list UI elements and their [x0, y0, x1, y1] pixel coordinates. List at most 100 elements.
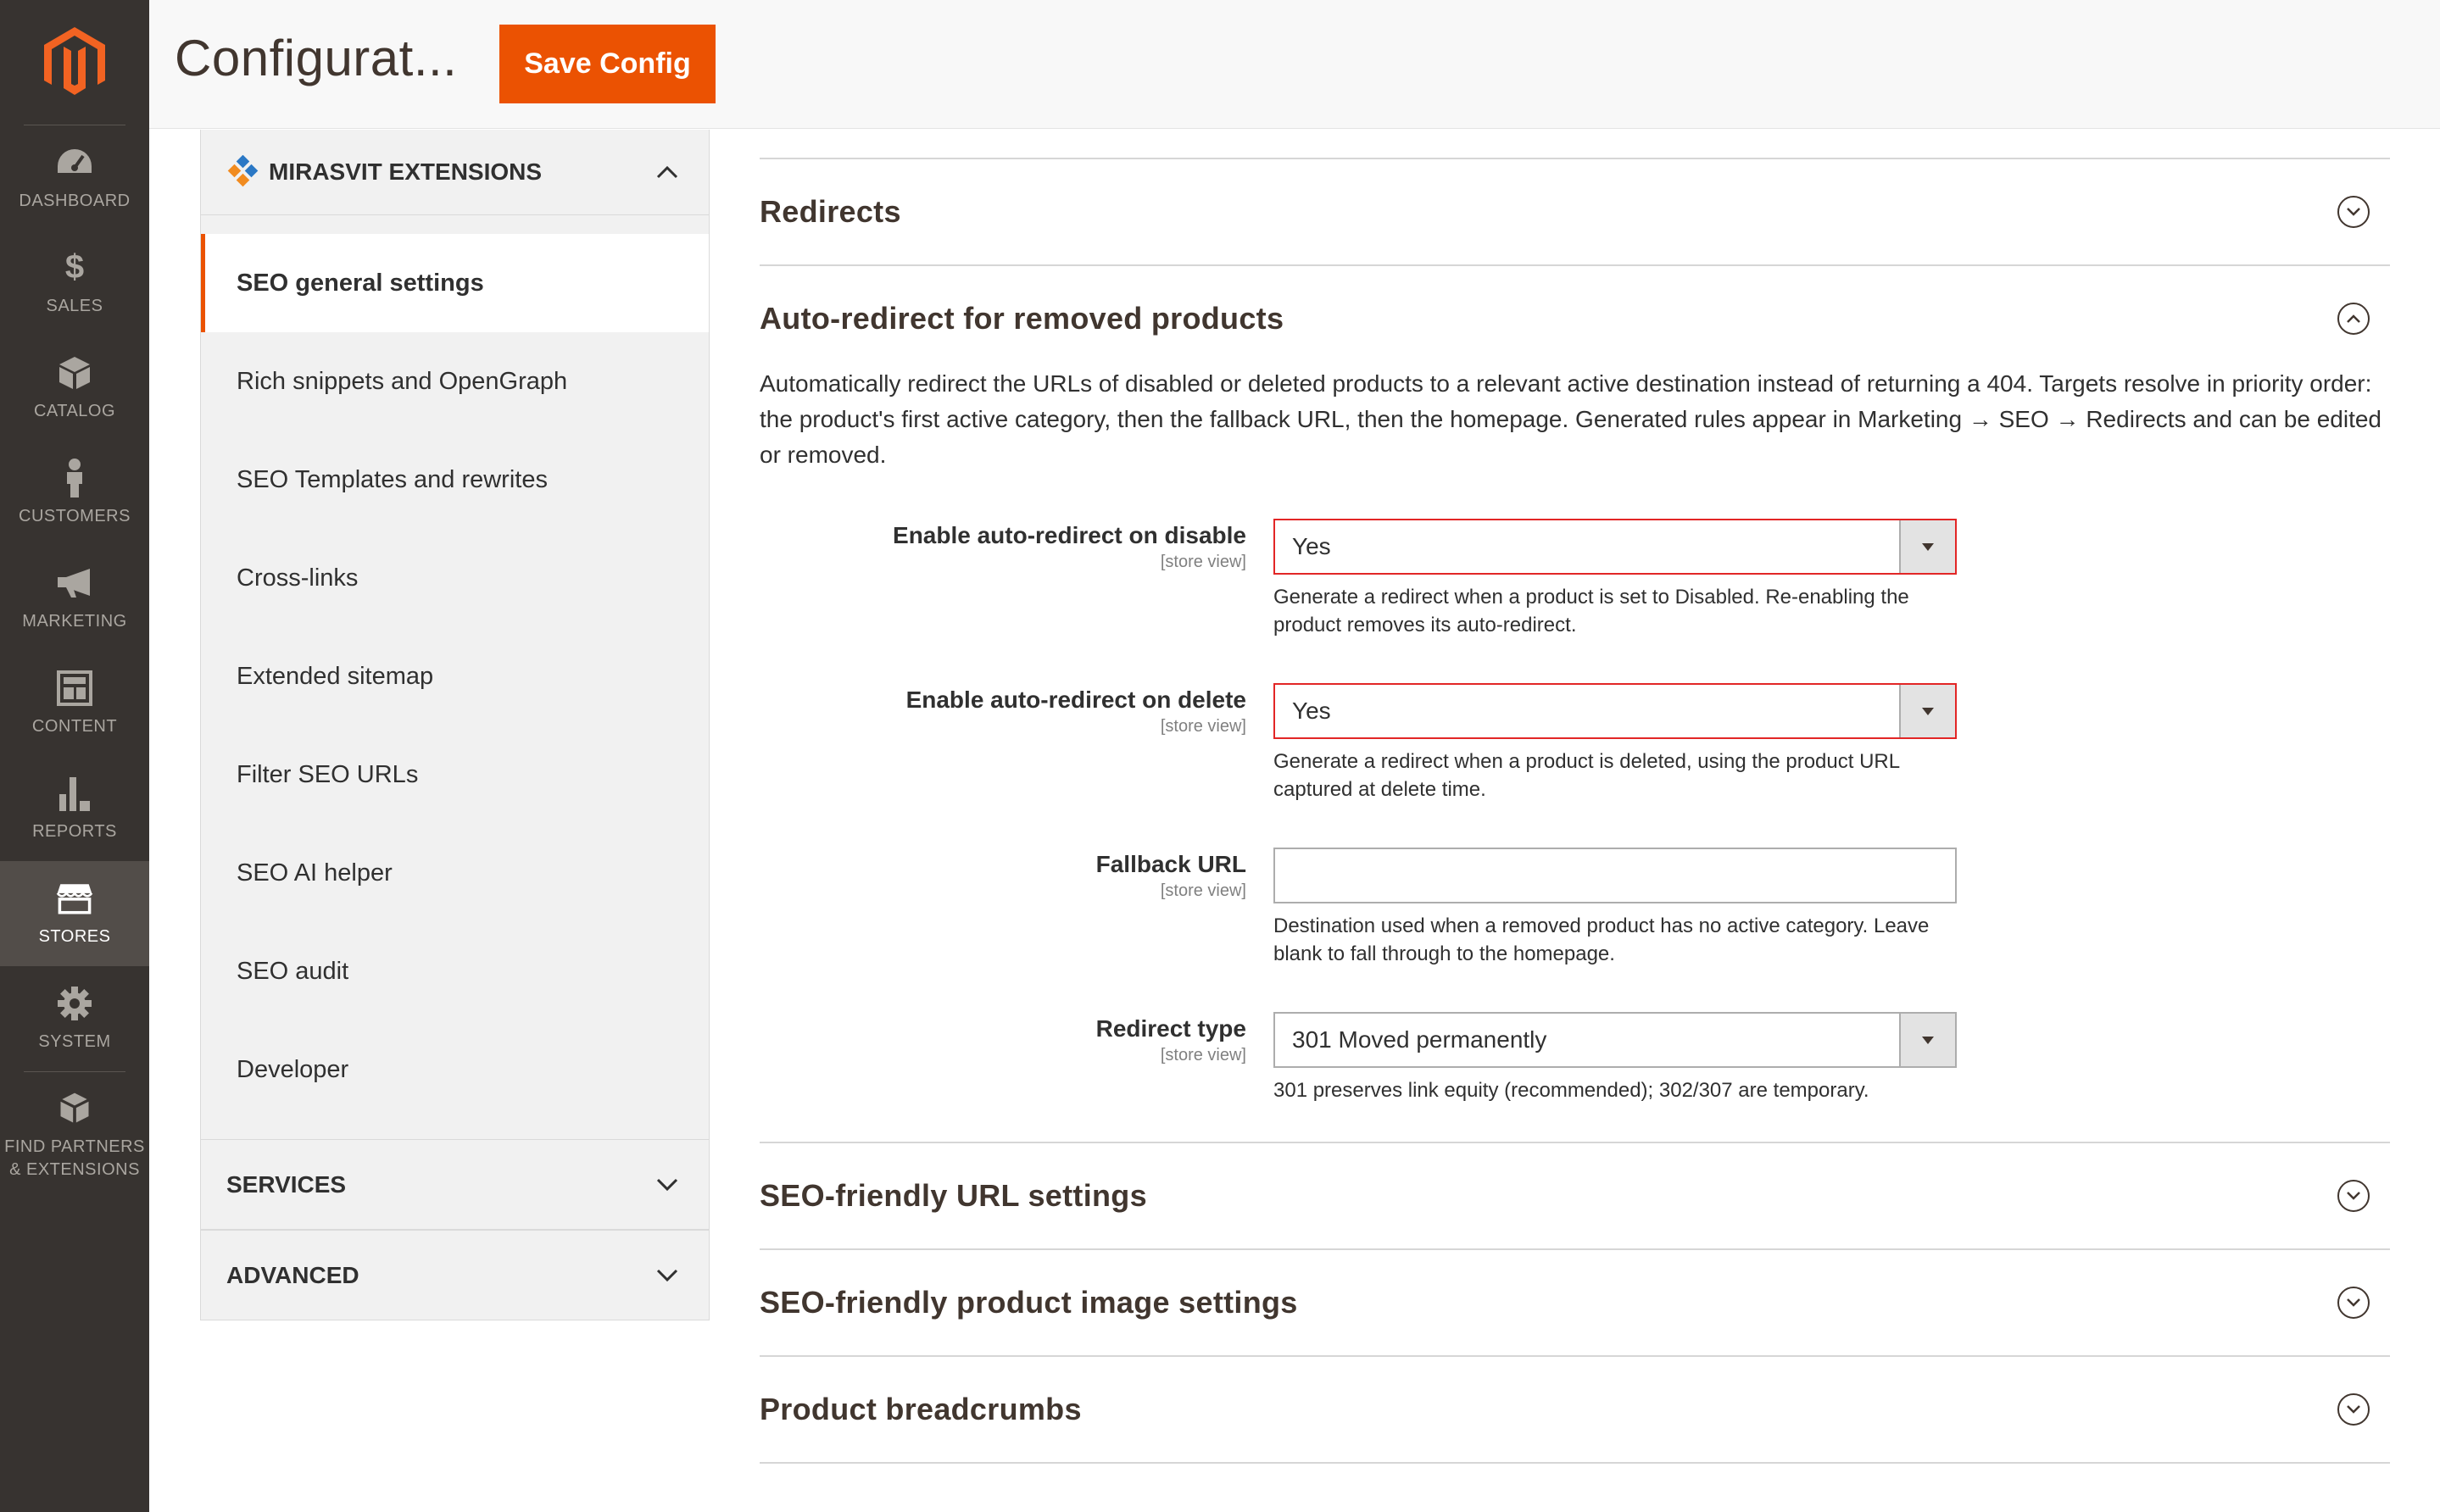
section-auto-redirect: Auto-redirect for removed products Autom… [760, 264, 2390, 1142]
nav-customers[interactable]: CUSTOMERS [0, 441, 149, 546]
field-row-fallback: Fallback URL [store view] Destination us… [760, 848, 2390, 968]
tab-rich-snippets[interactable]: Rich snippets and OpenGraph [201, 332, 709, 431]
tab-developer[interactable]: Developer [201, 1020, 709, 1119]
tab-extended-sitemap[interactable]: Extended sitemap [201, 627, 709, 725]
redirect-type-select[interactable]: 301 Moved permanently [1273, 1012, 1957, 1068]
field-label: Enable auto-redirect on disable [893, 522, 1246, 548]
scope-label: [store view] [1160, 881, 1246, 900]
dropdown-arrow-icon [1899, 685, 1955, 737]
section-breadcrumbs: Product breadcrumbs [760, 1355, 2390, 1464]
select-value: Yes [1292, 698, 1331, 724]
chevron-down-icon [656, 1269, 678, 1281]
nav-content[interactable]: CONTENT [0, 651, 149, 756]
dropdown-arrow-icon [1899, 520, 1955, 573]
nav-reports[interactable]: REPORTS [0, 756, 149, 861]
dashboard-icon [56, 144, 93, 181]
select-value: 301 Moved permanently [1292, 1026, 1547, 1053]
field-hint: Destination used when a removed product … [1273, 914, 1930, 965]
field-control: Yes Generate a redirect when a product i… [1273, 519, 1957, 639]
nav-find-partners[interactable]: FIND PARTNERS & EXTENSIONS [0, 1072, 149, 1199]
chevron-up-icon [656, 165, 678, 179]
tab-group-label: SERVICES [226, 1170, 347, 1198]
tab-group-mirasvit[interactable]: MIRASVIT EXTENSIONS [200, 130, 710, 215]
nav-stores[interactable]: STORES [0, 861, 149, 966]
tab-seo-ai-helper[interactable]: SEO AI helper [201, 824, 709, 922]
tab-group-advanced[interactable]: ADVANCED [200, 1230, 710, 1320]
auto-redirect-delete-select[interactable]: Yes [1273, 683, 1957, 739]
field-label-group: Redirect type [store view] [760, 1012, 1273, 1104]
dropdown-arrow-icon [1899, 1014, 1955, 1066]
admin-nav: DASHBOARD $ SALES CATALOG CUSTOMERS MARK… [0, 0, 149, 1512]
section-seo-url: SEO-friendly URL settings [760, 1142, 2390, 1248]
tab-seo-templates[interactable]: SEO Templates and rewrites [201, 431, 709, 529]
nav-label: SALES [46, 296, 103, 315]
field-row-disable: Enable auto-redirect on disable [store v… [760, 519, 2390, 639]
section-title: SEO-friendly product image settings [760, 1285, 1298, 1320]
fieldset: Enable auto-redirect on disable [store v… [760, 473, 2390, 1142]
expand-circle-icon [2337, 1287, 2370, 1319]
scope-label: [store view] [1160, 717, 1246, 736]
mirasvit-logo-icon [227, 155, 259, 187]
field-control: Yes Generate a redirect when a product i… [1273, 683, 1957, 803]
tab-group-items: SEO general settings Rich snippets and O… [200, 215, 710, 1139]
megaphone-icon [56, 564, 93, 602]
field-hint: Generate a redirect when a product is de… [1273, 750, 1900, 801]
field-label-group: Fallback URL [store view] [760, 848, 1273, 968]
field-control: 301 Moved permanently 301 preserves link… [1273, 1012, 1957, 1104]
tab-filter-seo-urls[interactable]: Filter SEO URLs [201, 725, 709, 824]
nav-marketing[interactable]: MARKETING [0, 546, 149, 651]
tab-group-services[interactable]: SERVICES [200, 1139, 710, 1230]
nav-label: CUSTOMERS [19, 506, 131, 525]
person-icon [56, 458, 93, 498]
page-title: Configurat... [175, 30, 458, 86]
section-header[interactable]: Redirects [760, 159, 2390, 264]
nav-system[interactable]: SYSTEM [0, 966, 149, 1071]
nav-dashboard[interactable]: DASHBOARD [0, 125, 149, 231]
chevron-down-icon [656, 1178, 678, 1191]
tab-seo-general-settings[interactable]: SEO general settings [201, 234, 709, 332]
bar-chart-icon [56, 775, 93, 812]
field-row-redirect-type: Redirect type [store view] 301 Moved per… [760, 1012, 2390, 1104]
scope-label: [store view] [1160, 553, 1246, 571]
tab-group-label: MIRASVIT EXTENSIONS [269, 158, 543, 185]
section-header[interactable]: SEO-friendly product image settings [760, 1250, 2390, 1355]
nav-label: STORES [38, 926, 111, 946]
layout-icon [56, 670, 93, 707]
cube-icon [56, 354, 93, 392]
section-seo-image: SEO-friendly product image settings [760, 1248, 2390, 1355]
field-label-group: Enable auto-redirect on delete [store vi… [760, 683, 1273, 803]
field-hint: Generate a redirect when a product is se… [1273, 586, 1909, 636]
select-value: Yes [1292, 533, 1331, 559]
section-title: Redirects [760, 194, 901, 229]
section-title: Auto-redirect for removed products [760, 301, 1284, 336]
gear-icon [56, 985, 93, 1022]
section-header[interactable]: Auto-redirect for removed products [760, 266, 2390, 371]
expand-circle-icon [2337, 1393, 2370, 1426]
nav-label: REPORTS [32, 821, 117, 841]
tab-seo-audit[interactable]: SEO audit [201, 922, 709, 1020]
page-header: Configurat... Save Config [149, 0, 2440, 129]
tab-cross-links[interactable]: Cross-links [201, 529, 709, 627]
field-hint: 301 preserves link equity (recommended);… [1273, 1079, 1869, 1102]
expand-circle-icon [2337, 196, 2370, 228]
auto-redirect-disable-select[interactable]: Yes [1273, 519, 1957, 575]
nav-label: SYSTEM [38, 1031, 111, 1051]
field-row-delete: Enable auto-redirect on delete [store vi… [760, 683, 2390, 803]
field-label: Redirect type [1095, 1015, 1246, 1042]
magento-logo[interactable] [24, 0, 125, 125]
field-label: Fallback URL [1095, 851, 1246, 877]
fallback-url-input[interactable] [1273, 848, 1957, 903]
section-header[interactable]: SEO-friendly URL settings [760, 1143, 2390, 1248]
config-main: Redirects Auto-redirect for removed prod… [760, 158, 2390, 1464]
scope-label: [store view] [1160, 1046, 1246, 1065]
save-config-button[interactable]: Save Config [499, 25, 716, 103]
nav-label: DASHBOARD [19, 191, 131, 210]
nav-catalog[interactable]: CATALOG [0, 336, 149, 441]
dollar-icon: $ [64, 248, 85, 286]
nav-sales[interactable]: $ SALES [0, 231, 149, 336]
nav-label: MARKETING [22, 611, 127, 631]
boxes-icon [56, 1090, 93, 1127]
tab-group-label: ADVANCED [226, 1261, 359, 1288]
section-header[interactable]: Product breadcrumbs [760, 1357, 2390, 1462]
nav-label: CONTENT [31, 716, 118, 736]
